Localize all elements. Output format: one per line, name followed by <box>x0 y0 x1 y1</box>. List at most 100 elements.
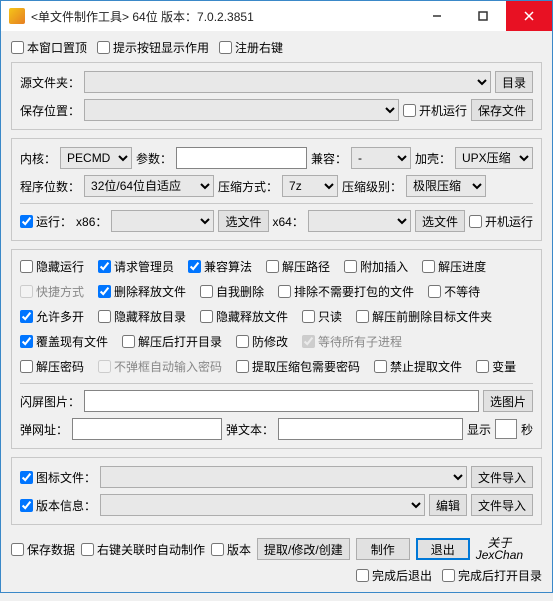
bits-select[interactable]: 32位/64位自适应 <box>84 175 214 197</box>
x86-select[interactable] <box>111 210 214 232</box>
overwrite-checkbox[interactable]: 覆盖现有文件 <box>20 333 108 350</box>
save-file-button[interactable]: 保存文件 <box>471 99 533 121</box>
shortcut-checkbox: 快捷方式 <box>20 283 84 300</box>
x86-select-file-button[interactable]: 选文件 <box>218 210 268 232</box>
del-release-checkbox[interactable]: 删除释放文件 <box>98 283 186 300</box>
bottom-bar: 保存数据 右键关联时自动制作 版本 提取/修改/创建 制作 退出 关于 JexC… <box>11 533 542 563</box>
params-input[interactable] <box>176 147 307 169</box>
exit-button[interactable]: 退出 <box>416 538 470 560</box>
kernel-select[interactable]: PECMD <box>60 147 132 169</box>
bottom-right-row: 完成后退出 完成后打开目录 <box>11 563 542 584</box>
open-dir-after-done-checkbox[interactable]: 完成后打开目录 <box>442 567 542 584</box>
compat-algo-checkbox[interactable]: 兼容算法 <box>188 258 252 275</box>
shell-select[interactable]: UPX压缩 <box>455 147 533 169</box>
save-location-select[interactable] <box>84 99 399 121</box>
minimize-button[interactable] <box>414 1 460 31</box>
pop-text-label: 弹文本： <box>226 421 274 438</box>
x86-label: x86： <box>76 213 107 230</box>
req-admin-checkbox[interactable]: 请求管理员 <box>98 258 174 275</box>
exclude-nopack-checkbox[interactable]: 排除不需要打包的文件 <box>278 283 414 300</box>
compat-label: 兼容： <box>311 150 347 167</box>
version-checkbox[interactable]: 版本 <box>211 541 251 558</box>
tip-button-checkbox[interactable]: 提示按钮显示作用 <box>97 39 209 56</box>
pin-window-checkbox[interactable]: 本窗口置顶 <box>11 39 87 56</box>
readonly-checkbox[interactable]: 只读 <box>302 308 342 325</box>
variable-checkbox[interactable]: 变量 <box>476 358 516 375</box>
pop-url-input[interactable] <box>72 418 222 440</box>
make-button[interactable]: 制作 <box>356 538 410 560</box>
kernel-group: 内核： PECMD 参数： 兼容： - 加壳： UPX压缩 程序位数： 32位/… <box>11 138 542 241</box>
attach-plugin-checkbox[interactable]: 附加插入 <box>344 258 408 275</box>
app-icon <box>9 8 25 24</box>
save-location-label: 保存位置： <box>20 102 80 119</box>
forbid-extract-checkbox[interactable]: 禁止提取文件 <box>374 358 462 375</box>
pop-url-label: 弹网址： <box>20 421 68 438</box>
compat-select[interactable]: - <box>351 147 411 169</box>
source-save-group: 源文件夹： 目录 保存位置： 开机运行 保存文件 <box>11 62 542 130</box>
pop-text-input[interactable] <box>278 418 463 440</box>
run-checkbox[interactable]: 运行： <box>20 213 72 230</box>
icon-version-group: 图标文件： 文件导入 版本信息： 编辑 文件导入 <box>11 457 542 525</box>
dir-button[interactable]: 目录 <box>495 71 533 93</box>
about-link[interactable]: 关于 JexChan <box>476 537 523 561</box>
extract-progress-checkbox[interactable]: 解压进度 <box>422 258 486 275</box>
extract-need-pwd-checkbox[interactable]: 提取压缩包需要密码 <box>236 358 360 375</box>
extract-modify-create-button[interactable]: 提取/修改/创建 <box>257 538 350 560</box>
show-label: 显示 <box>467 421 491 438</box>
extract-path-checkbox[interactable]: 解压路径 <box>266 258 330 275</box>
version-info-select[interactable] <box>100 494 425 516</box>
x64-label: x64： <box>273 213 304 230</box>
register-right-checkbox[interactable]: 注册右键 <box>219 39 283 56</box>
version-file-import-button[interactable]: 文件导入 <box>471 494 533 516</box>
self-del-checkbox[interactable]: 自我删除 <box>200 283 264 300</box>
icon-file-select[interactable] <box>100 466 467 488</box>
close-button[interactable] <box>506 1 552 31</box>
allow-multi-checkbox[interactable]: 允许多开 <box>20 308 84 325</box>
open-dir-after-checkbox[interactable]: 解压后打开目录 <box>122 333 222 350</box>
sec-label: 秒 <box>521 421 533 438</box>
extract-pwd-checkbox[interactable]: 解压密码 <box>20 358 84 375</box>
x64-select[interactable] <box>308 210 411 232</box>
auto-on-right-checkbox[interactable]: 右键关联时自动制作 <box>81 541 205 558</box>
splash-img-input[interactable] <box>84 390 479 412</box>
no-wait-checkbox[interactable]: 不等待 <box>428 283 480 300</box>
comp-method-label: 压缩方式： <box>218 178 278 195</box>
top-checkbox-row: 本窗口置顶 提示按钮显示作用 注册右键 <box>11 37 542 62</box>
hide-release-dir-checkbox[interactable]: 隐藏释放目录 <box>98 308 186 325</box>
content-area: 本窗口置顶 提示按钮显示作用 注册右键 源文件夹： 目录 保存位置： 开机运行 … <box>1 31 552 592</box>
kernel-label: 内核： <box>20 150 56 167</box>
boot-run2-checkbox[interactable]: 开机运行 <box>469 213 533 230</box>
save-data-checkbox[interactable]: 保存数据 <box>11 541 75 558</box>
show-seconds-input[interactable] <box>495 419 517 439</box>
wait-child-checkbox: 等待所有子进程 <box>302 333 402 350</box>
icon-file-import-button[interactable]: 文件导入 <box>471 466 533 488</box>
separator <box>20 203 533 204</box>
comp-level-select[interactable]: 极限压缩 <box>406 175 486 197</box>
app-window: <单文件制作工具> 64位 版本：7.0.2.3851 本窗口置顶 提示按钮显示… <box>0 0 553 593</box>
no-auto-pwd-checkbox: 不弹框自动输入密码 <box>98 358 222 375</box>
anti-modify-checkbox[interactable]: 防修改 <box>236 333 288 350</box>
edit-button[interactable]: 编辑 <box>429 494 467 516</box>
window-title: <单文件制作工具> 64位 版本：7.0.2.3851 <box>31 8 414 25</box>
maximize-button[interactable] <box>460 1 506 31</box>
hide-release-file-checkbox[interactable]: 隐藏释放文件 <box>200 308 288 325</box>
options-group: 隐藏运行 请求管理员 兼容算法 解压路径 附加插入 解压进度 快捷方式 删除释放… <box>11 249 542 449</box>
exit-after-checkbox[interactable]: 完成后退出 <box>356 567 432 584</box>
titlebar: <单文件制作工具> 64位 版本：7.0.2.3851 <box>1 1 552 31</box>
params-label: 参数： <box>136 150 172 167</box>
splash-img-label: 闪屏图片： <box>20 393 80 410</box>
source-folder-label: 源文件夹： <box>20 74 80 91</box>
source-folder-select[interactable] <box>84 71 491 93</box>
separator <box>20 383 533 384</box>
select-img-button[interactable]: 选图片 <box>483 390 533 412</box>
icon-file-checkbox[interactable]: 图标文件： <box>20 469 96 486</box>
shell-label: 加壳： <box>415 150 451 167</box>
comp-method-select[interactable]: 7z <box>282 175 338 197</box>
x64-select-file-button[interactable]: 选文件 <box>415 210 465 232</box>
boot-run-checkbox[interactable]: 开机运行 <box>403 102 467 119</box>
version-info-checkbox[interactable]: 版本信息： <box>20 497 96 514</box>
bits-label: 程序位数： <box>20 178 80 195</box>
del-target-before-checkbox[interactable]: 解压前删除目标文件夹 <box>356 308 492 325</box>
hide-run-checkbox[interactable]: 隐藏运行 <box>20 258 84 275</box>
comp-level-label: 压缩级别： <box>342 178 402 195</box>
